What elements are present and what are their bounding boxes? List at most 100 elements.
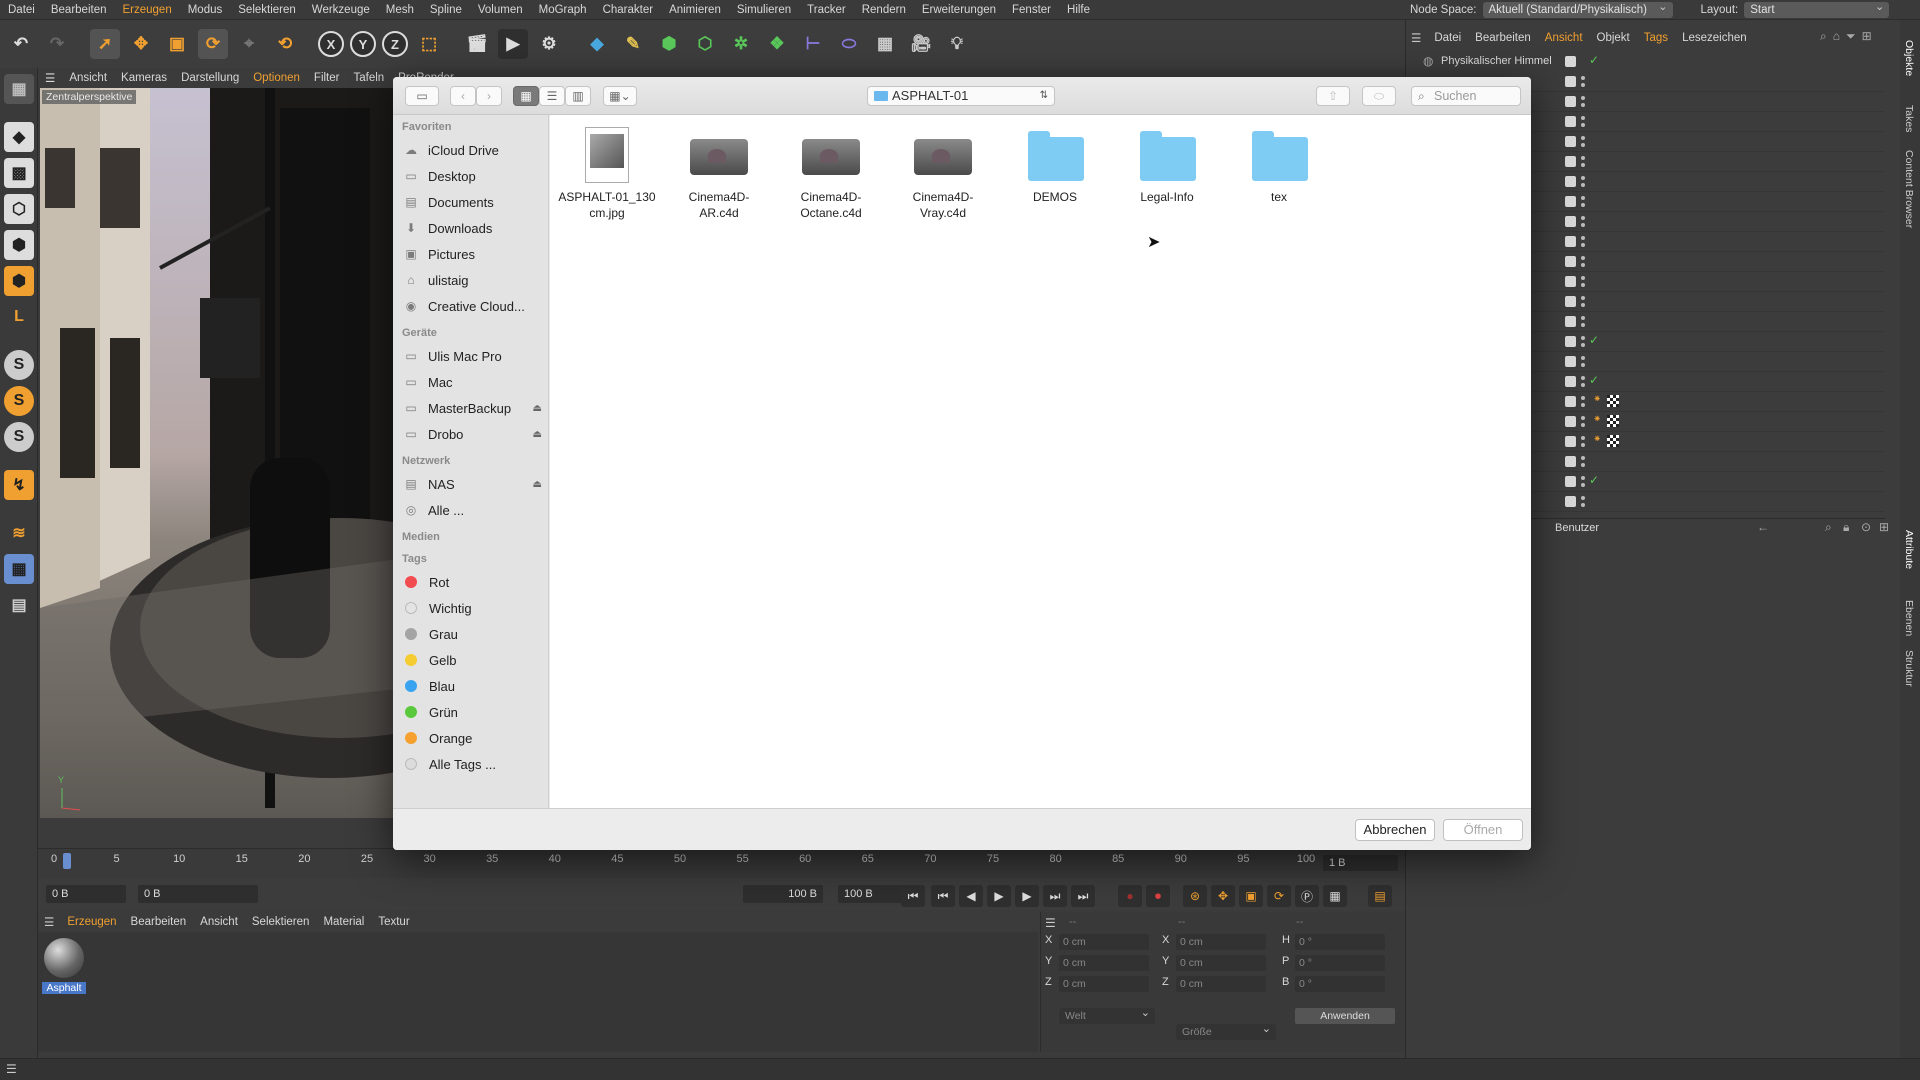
parameter-key-icon[interactable]: Ⓟ <box>1295 885 1319 907</box>
object-menu-ansicht[interactable]: Ansicht <box>1538 32 1590 44</box>
cancel-button[interactable]: Abbrechen <box>1355 819 1435 841</box>
render-visibility-dots[interactable] <box>1581 115 1585 129</box>
search-icon[interactable]: ⌕ <box>1820 29 1827 44</box>
render-visibility-dots[interactable] <box>1581 75 1585 89</box>
coord-mode-dropdown[interactable]: Welt <box>1059 1006 1155 1024</box>
lock-icon[interactable]: 🔒︎ <box>1843 520 1849 535</box>
current-frame-field[interactable]: 0 B <box>138 885 258 903</box>
sidebar-tag-gelb[interactable]: Gelb <box>402 649 547 671</box>
menu-item-bearbeiten[interactable]: Bearbeiten <box>43 4 115 16</box>
light-icon[interactable]: 💡︎ <box>942 29 972 59</box>
render-visibility-dots[interactable] <box>1581 175 1585 189</box>
visibility-toggle[interactable] <box>1565 176 1576 187</box>
position-key-icon[interactable]: ✥ <box>1211 885 1235 907</box>
auto-keying-icon[interactable]: ⏺ <box>1146 885 1170 907</box>
render-visibility-dots[interactable] <box>1581 335 1585 349</box>
render-visibility-dots[interactable] <box>1581 155 1585 169</box>
sculpt-icon[interactable]: ↯ <box>4 470 34 500</box>
subdivision-icon[interactable]: ⬢ <box>654 29 684 59</box>
mograph-cloner-icon[interactable]: ✲ <box>726 29 756 59</box>
menu-item-mograph[interactable]: MoGraph <box>531 4 595 16</box>
timeline-frame-field[interactable]: 1 B <box>1323 855 1398 871</box>
viewport-menu-darstellung[interactable]: Darstellung <box>174 72 246 84</box>
visibility-toggle[interactable] <box>1565 196 1576 207</box>
texture-mode-icon[interactable]: ▩ <box>4 158 34 188</box>
hamburger-icon[interactable]: ☰ <box>6 1062 17 1076</box>
sidebar-tag-orange[interactable]: Orange <box>402 727 547 749</box>
layout-dropdown[interactable]: Start <box>1744 0 1890 18</box>
live-select-icon[interactable]: ⌖ <box>234 29 264 59</box>
file-item[interactable]: Cinema4D- Vray.c4d <box>889 127 997 237</box>
rotation-key-icon[interactable]: ⟳ <box>1267 885 1291 907</box>
visibility-toggle[interactable] <box>1565 236 1576 247</box>
timeline-ruler[interactable]: 1 B 0 5 10 15 20 25 30 35 40 45 50 55 60 65 70 75 80 85 90… <box>38 848 1405 878</box>
scene-icon[interactable]: ⬭ <box>834 29 864 59</box>
coord-rot-field[interactable]: 0 ° <box>1295 976 1385 992</box>
visibility-toggle[interactable] <box>1565 156 1576 167</box>
enabled-check-icon[interactable]: ✓ <box>1589 53 1599 67</box>
eject-icon[interactable]: ⏏ <box>533 403 542 414</box>
locked-workplane-icon[interactable]: ▦ <box>4 554 34 584</box>
visibility-toggle[interactable] <box>1565 56 1576 67</box>
next-frame-icon[interactable]: ▶ <box>1015 885 1039 907</box>
menu-item-modus[interactable]: Modus <box>180 4 231 16</box>
menu-item-erzeugen[interactable]: Erzeugen <box>114 4 179 16</box>
workplane-icon[interactable]: ≋ <box>4 518 34 548</box>
render-visibility-dots[interactable] <box>1581 255 1585 269</box>
sidebar-item-nas[interactable]: ▤ NAS ⏏ <box>402 473 547 495</box>
menu-item-animieren[interactable]: Animieren <box>661 4 729 16</box>
camera-icon[interactable]: 🎥︎ <box>906 29 936 59</box>
material-menu-bearbeiten[interactable]: Bearbeiten <box>124 916 194 928</box>
viewport-menu-ansicht[interactable]: Ansicht <box>62 72 114 84</box>
sidebar-item-ulis-mac-pro[interactable]: ▭ Ulis Mac Pro <box>402 345 547 367</box>
object-row-physical-sky[interactable]: ◍ Physikalischer Himmel ✓ <box>1405 52 1885 72</box>
menu-item-erweiterungen[interactable]: Erweiterungen <box>914 4 1004 16</box>
render-visibility-dots[interactable] <box>1581 475 1585 489</box>
column-view-icon[interactable]: ▥ <box>565 86 591 106</box>
file-item[interactable]: ASPHALT-01_130 cm.jpg <box>553 127 661 237</box>
material-menu-selektieren[interactable]: Selektieren <box>245 916 317 928</box>
sidebar-tag-grün[interactable]: Grün <box>402 701 547 723</box>
menu-item-rendern[interactable]: Rendern <box>854 4 914 16</box>
settings-icon[interactable]: ⊙ <box>1861 520 1871 534</box>
render-region-icon[interactable]: 🎬︎ <box>462 29 492 59</box>
visibility-toggle[interactable] <box>1565 76 1576 87</box>
record-keys-icon[interactable]: ● <box>1118 885 1142 907</box>
model-mode-icon[interactable]: ◆ <box>4 122 34 152</box>
open-button[interactable]: Öffnen <box>1443 819 1523 841</box>
group-view-icon[interactable]: ▦⌄ <box>603 86 637 106</box>
sidebar-tag-alle-tags[interactable]: Alle Tags ... <box>402 753 547 775</box>
sidebar-item-mac[interactable]: ▭ Mac <box>402 371 547 393</box>
render-visibility-dots[interactable] <box>1581 415 1585 429</box>
sidebar-item-creative-cloud[interactable]: ◉ Creative Cloud... <box>402 295 547 317</box>
viewport-menu-kameras[interactable]: Kameras <box>114 72 174 84</box>
side-tab-ebenen[interactable]: Ebenen <box>1903 600 1915 636</box>
render-visibility-dots[interactable] <box>1581 315 1585 329</box>
enabled-check-icon[interactable]: ✓ <box>1589 473 1599 487</box>
object-menu-tags[interactable]: Tags <box>1637 32 1675 44</box>
scale-tool-icon[interactable]: ▣ <box>162 29 192 59</box>
apply-button[interactable]: Anwenden <box>1295 1008 1395 1024</box>
back-icon[interactable]: ‹ <box>450 86 476 106</box>
quantize-icon[interactable]: S <box>4 422 34 452</box>
render-visibility-dots[interactable] <box>1581 355 1585 369</box>
sidebar-toggle-icon[interactable]: ▭ <box>405 86 439 106</box>
visibility-toggle[interactable] <box>1565 276 1576 287</box>
sidebar-item-downloads[interactable]: ⬇ Downloads <box>402 217 547 239</box>
sidebar-tag-grau[interactable]: Grau <box>402 623 547 645</box>
render-visibility-dots[interactable] <box>1581 455 1585 469</box>
polygons-mode-icon[interactable]: ⬢ <box>4 266 34 296</box>
cube-icon[interactable]: ◆ <box>582 29 612 59</box>
visibility-toggle[interactable] <box>1565 136 1576 147</box>
path-popup[interactable]: ASPHALT-01 ⇅ <box>867 86 1055 106</box>
render-visibility-dots[interactable] <box>1581 395 1585 409</box>
render-visibility-dots[interactable] <box>1581 95 1585 109</box>
snap-icon[interactable]: S <box>4 350 34 380</box>
coord-rot-field[interactable]: 0 ° <box>1295 934 1385 950</box>
render-settings-icon[interactable]: ⚙ <box>534 29 564 59</box>
sidebar-item-ulistaig[interactable]: ⌂ ulistaig <box>402 269 547 291</box>
new-window-icon[interactable]: ⊞ <box>1862 29 1872 44</box>
menu-item-spline[interactable]: Spline <box>422 4 470 16</box>
new-window-icon[interactable]: ⊞ <box>1879 520 1889 534</box>
deformer-icon[interactable]: ❖ <box>762 29 792 59</box>
